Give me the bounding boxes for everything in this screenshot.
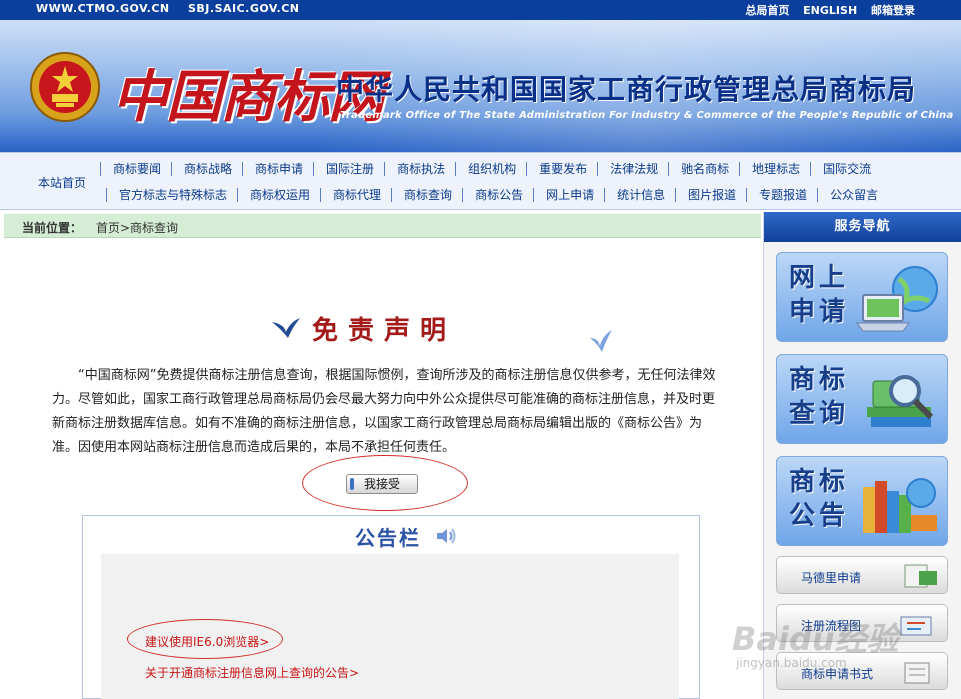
baidu-watermark-url: jingyan.baidu.com xyxy=(736,656,847,670)
trademark-gazette-button[interactable]: 商标公告 xyxy=(776,456,948,546)
madrid-application-button[interactable]: 马德里申请 xyxy=(776,556,948,594)
link-mail-login[interactable]: 邮箱登录 xyxy=(871,4,915,17)
site-banner: 中国商标网 中华人民共和国国家工商行政管理总局商标局 Trademark Off… xyxy=(0,20,961,152)
nav-item[interactable]: 网上申请 xyxy=(533,188,594,202)
nav-item[interactable]: 商标要闻 xyxy=(100,162,161,176)
bird-icon xyxy=(590,330,612,352)
nav-item[interactable]: 商标申请 xyxy=(242,162,303,176)
online-application-label: 网上申请 xyxy=(789,263,850,327)
nav-item[interactable]: 组织机构 xyxy=(455,162,516,176)
breadcrumb: 当前位置： 首页>商标查询 xyxy=(4,214,761,238)
domain-link-ctmo[interactable]: WWW.CTMO.GOV.CN xyxy=(36,2,170,15)
breadcrumb-label: 当前位置： xyxy=(22,221,83,235)
site-domains: WWW.CTMO.GOV.CN SBJ.SAIC.GOV.CN xyxy=(36,2,313,15)
madrid-application-label: 马德里申请 xyxy=(801,571,862,585)
nav-item[interactable]: 重要发布 xyxy=(526,162,587,176)
trademark-search-label: 商标查询 xyxy=(789,365,850,429)
disclaimer-text: “中国商标网”免费提供商标注册信息查询，根据国际惯例，查询所涉及的商标注册信息仅… xyxy=(52,368,716,455)
main-content: 免责声明 “中国商标网”免费提供商标注册信息查询，根据国际惯例，查询所涉及的商标… xyxy=(4,238,761,699)
trademark-gazette-label: 商标公告 xyxy=(789,467,850,531)
speaker-icon xyxy=(437,528,456,544)
nav-item[interactable]: 商标执法 xyxy=(384,162,445,176)
baidu-watermark: Baidu经验 xyxy=(732,620,899,658)
nav-item[interactable]: 商标查询 xyxy=(391,188,452,202)
books-globe-icon xyxy=(863,478,937,533)
trademark-search-button[interactable]: 商标查询 xyxy=(776,354,948,444)
notice-board-title: 公告栏 xyxy=(355,526,421,550)
notice-item[interactable]: 建议使用IE6.0浏览器> xyxy=(145,633,269,650)
magnifier-book-icon xyxy=(867,375,934,427)
link-english[interactable]: ENGLISH xyxy=(803,4,857,17)
nav-item[interactable]: 国际注册 xyxy=(313,162,374,176)
nav-item[interactable]: 统计信息 xyxy=(604,188,665,202)
nav-row-2: 官方标志与特殊标志 商标权运用 商标代理 商标查询 商标公告 网上申请 统计信息… xyxy=(106,188,888,202)
nav-home[interactable]: 本站首页 xyxy=(38,174,86,191)
nav-item[interactable]: 官方标志与特殊标志 xyxy=(106,188,227,202)
flowchart-icon xyxy=(900,616,932,636)
nav-item[interactable]: 公众留言 xyxy=(817,188,878,202)
banner-title: 中华人民共和国国家工商行政管理总局商标局 xyxy=(336,73,917,106)
nav-row-1: 商标要闻 商标战略 商标申请 国际注册 商标执法 组织机构 重要发布 法律法规 … xyxy=(100,162,881,176)
laptop-globe-icon xyxy=(856,266,938,332)
bird-icon xyxy=(272,318,300,338)
disclaimer-title: 免责声明 xyxy=(312,316,457,346)
domain-link-sbj[interactable]: SBJ.SAIC.GOV.CN xyxy=(188,2,300,15)
national-emblem-icon xyxy=(30,52,100,122)
document-icon xyxy=(904,564,937,588)
nav-item[interactable]: 法律法规 xyxy=(597,162,658,176)
breadcrumb-path[interactable]: 首页>商标查询 xyxy=(96,219,178,236)
sidebar-title: 服务导航 xyxy=(764,212,961,242)
main-navigation: 本站首页 商标要闻 商标战略 商标申请 国际注册 商标执法 组织机构 重要发布 … xyxy=(0,152,961,210)
nav-item[interactable]: 图片报道 xyxy=(675,188,736,202)
online-application-button[interactable]: 网上申请 xyxy=(776,252,948,342)
nav-item[interactable]: 商标战略 xyxy=(171,162,232,176)
banner-subtitle: Trademark Office of The State Administra… xyxy=(340,110,954,121)
nav-item[interactable]: 商标公告 xyxy=(462,188,523,202)
nav-item[interactable]: 国际交流 xyxy=(810,162,871,176)
top-utility-bar: WWW.CTMO.GOV.CN SBJ.SAIC.GOV.CN 总局首页 ENG… xyxy=(0,0,961,20)
nav-item[interactable]: 商标权运用 xyxy=(237,188,310,202)
nav-item[interactable]: 商标代理 xyxy=(320,188,381,202)
notice-item[interactable]: 关于开通商标注册信息网上查询的公告> xyxy=(145,664,359,681)
accept-button[interactable]: 我接受 xyxy=(346,474,418,494)
nav-item[interactable]: 驰名商标 xyxy=(668,162,729,176)
link-headquarters-home[interactable]: 总局首页 xyxy=(745,4,789,17)
top-right-links: 总局首页 ENGLISH 邮箱登录 xyxy=(735,2,915,18)
notice-board: 公告栏 建议使用IE6.0浏览器> 关于开通商标注册信息网上查询的公告> xyxy=(82,515,700,699)
nav-item[interactable]: 地理标志 xyxy=(739,162,800,176)
nav-item[interactable]: 专题报道 xyxy=(746,188,807,202)
form-icon xyxy=(904,662,930,684)
